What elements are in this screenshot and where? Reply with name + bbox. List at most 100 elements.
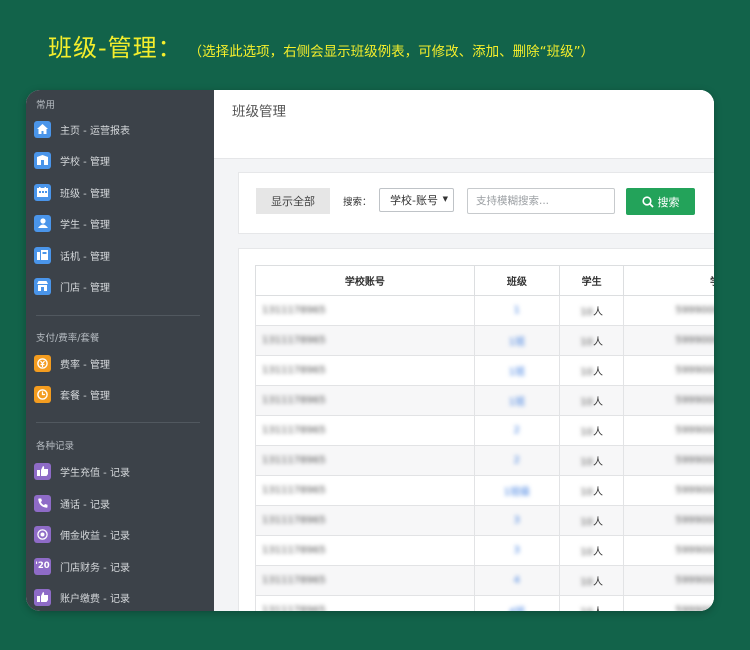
column-header-school-account[interactable]: 学校账号: [255, 265, 475, 296]
search-input[interactable]: [467, 188, 615, 214]
student-unit: 人: [592, 457, 603, 468]
cell-class[interactable]: 4: [473, 565, 561, 596]
student-count: 10: [580, 397, 593, 408]
class-link[interactable]: 1班: [509, 367, 525, 378]
table-row[interactable]: 1311178965 1班 10人 5999000: [255, 385, 714, 416]
extra-value: 5999000: [675, 395, 714, 406]
banner-description: （选择此选项，右侧会显示班级例表，可修改、添加、删除“班级”）: [188, 44, 595, 60]
sidebar-divider: [36, 315, 200, 316]
column-header-extra[interactable]: 学: [623, 265, 714, 296]
sidebar-item-label: 学校 - 管理: [60, 156, 110, 168]
cell-school-account: 1311178965: [255, 295, 475, 326]
class-link[interactable]: 1班级: [504, 487, 530, 498]
column-header-students[interactable]: 学生: [559, 265, 625, 296]
cell-class[interactable]: 3: [473, 505, 561, 536]
cell-class[interactable]: 2: [473, 415, 561, 446]
cell-class[interactable]: 1班: [473, 325, 561, 356]
class-link[interactable]: 2: [514, 455, 520, 466]
sidebar-item-recharge-record[interactable]: 学生充值 - 记录: [34, 461, 204, 481]
student-icon: [34, 214, 51, 232]
cell-students: 10人: [559, 535, 625, 566]
sidebar-item-home-report[interactable]: 主页 - 运营报表: [34, 119, 204, 139]
search-icon: [641, 195, 654, 208]
table-row[interactable]: 1311178965 4 10人 5999000: [255, 565, 714, 596]
student-unit: 人: [592, 307, 603, 318]
sidebar-section-title: 支付/费率/套餐: [36, 333, 100, 344]
cell-class[interactable]: 1班: [473, 385, 561, 416]
student-count: 10: [580, 337, 593, 348]
class-table: 学校账号 班级 学生 学 1311178965110人5999000131117…: [255, 265, 714, 611]
table-row[interactable]: 1311178965 2 10人 5999000: [255, 415, 714, 446]
extra-value: 5999000: [675, 485, 714, 496]
cell-school-account: 1311178965: [255, 355, 475, 386]
student-unit: 人: [592, 577, 603, 588]
school-account-value: 1311178965: [262, 335, 326, 346]
main-header: 班级管理: [214, 90, 714, 159]
sidebar-item-store-finance-record[interactable]: '20 门店财务 - 记录: [34, 556, 204, 576]
school-icon: [34, 151, 51, 169]
sidebar-item-store[interactable]: 门店 - 管理: [34, 276, 204, 296]
cell-class[interactable]: 1: [473, 295, 561, 326]
cell-school-account: 1311178965: [255, 595, 475, 611]
school-account-value: 1311178965: [262, 395, 326, 406]
student-count: 10: [580, 517, 593, 528]
cell-students: 10人: [559, 445, 625, 476]
cell-class[interactable]: 1班: [473, 355, 561, 386]
cell-students: 10人: [559, 505, 625, 536]
student-count: 10: [580, 577, 593, 588]
sidebar-item-rate[interactable]: 费率 - 管理: [34, 353, 204, 373]
cell-class[interactable]: 3: [473, 535, 561, 566]
table-row[interactable]: 1311178965 1班 10人 5999000: [255, 325, 714, 356]
class-link[interactable]: 3: [514, 515, 520, 526]
student-unit: 人: [592, 427, 603, 438]
cell-class[interactable]: 2: [473, 445, 561, 476]
cell-extra: 5999000: [623, 295, 714, 326]
package-icon: [34, 385, 51, 403]
student-unit: 人: [592, 487, 603, 498]
sidebar-item-call-record[interactable]: 通话 - 记录: [34, 493, 204, 513]
sidebar-item-package[interactable]: 套餐 - 管理: [34, 384, 204, 404]
sidebar-item-school[interactable]: 学校 - 管理: [34, 150, 204, 170]
sidebar-item-phone-device[interactable]: 话机 - 管理: [34, 245, 204, 265]
sidebar-item-payment-record[interactable]: 账户缴费 - 记录: [34, 587, 204, 607]
table-row[interactable]: 1311178965 3 10人 5999000: [255, 505, 714, 536]
table-row[interactable]: 1311178965 4班 10人 5999000: [255, 595, 714, 611]
class-link[interactable]: 1班: [509, 337, 525, 348]
table-row[interactable]: 1311178965 1班 10人 5999000: [255, 355, 714, 386]
extra-value: 5999000: [675, 305, 714, 316]
student-count: 10: [580, 457, 593, 468]
cell-students: 10人: [559, 295, 625, 326]
student-count: 10: [580, 367, 593, 378]
class-link[interactable]: 1: [514, 305, 520, 316]
cell-class[interactable]: 1班级: [473, 475, 561, 506]
show-all-button[interactable]: 显示全部: [256, 188, 330, 214]
table-row[interactable]: 1311178965 1班级 10人 5999000: [255, 475, 714, 506]
student-unit: 人: [592, 367, 603, 378]
search-button[interactable]: 搜索: [626, 188, 695, 215]
class-link[interactable]: 3: [514, 545, 520, 556]
sidebar-item-commission-record[interactable]: 佣金收益 - 记录: [34, 524, 204, 544]
cell-class[interactable]: 4班: [473, 595, 561, 611]
banner-title: 班级-管理：: [48, 34, 183, 62]
cell-students: 10人: [559, 595, 625, 611]
column-header-class[interactable]: 班级: [473, 265, 561, 296]
school-account-value: 1311178965: [262, 365, 326, 376]
student-unit: 人: [592, 337, 603, 348]
cell-school-account: 1311178965: [255, 415, 475, 446]
table-row[interactable]: 1311178965 3 10人 5999000: [255, 535, 714, 566]
class-link[interactable]: 4班: [509, 607, 525, 611]
cell-school-account: 1311178965: [255, 385, 475, 416]
cell-school-account: 1311178965: [255, 445, 475, 476]
cell-extra: 5999000: [623, 505, 714, 536]
class-link[interactable]: 4: [514, 575, 520, 586]
payment-icon: [34, 588, 51, 606]
table-row[interactable]: 1311178965 1 10人 5999000: [255, 295, 714, 326]
sidebar-item-student[interactable]: 学生 - 管理: [34, 213, 204, 233]
table-row[interactable]: 1311178965 2 10人 5999000: [255, 445, 714, 476]
extra-value: 5999000: [675, 425, 714, 436]
class-link[interactable]: 2: [514, 425, 520, 436]
class-link[interactable]: 1班: [509, 397, 525, 408]
search-field-select[interactable]: 学校-账号 ▼: [379, 188, 454, 212]
sidebar-item-class[interactable]: 班级 - 管理: [34, 182, 204, 202]
extra-value: 5999000: [675, 515, 714, 526]
